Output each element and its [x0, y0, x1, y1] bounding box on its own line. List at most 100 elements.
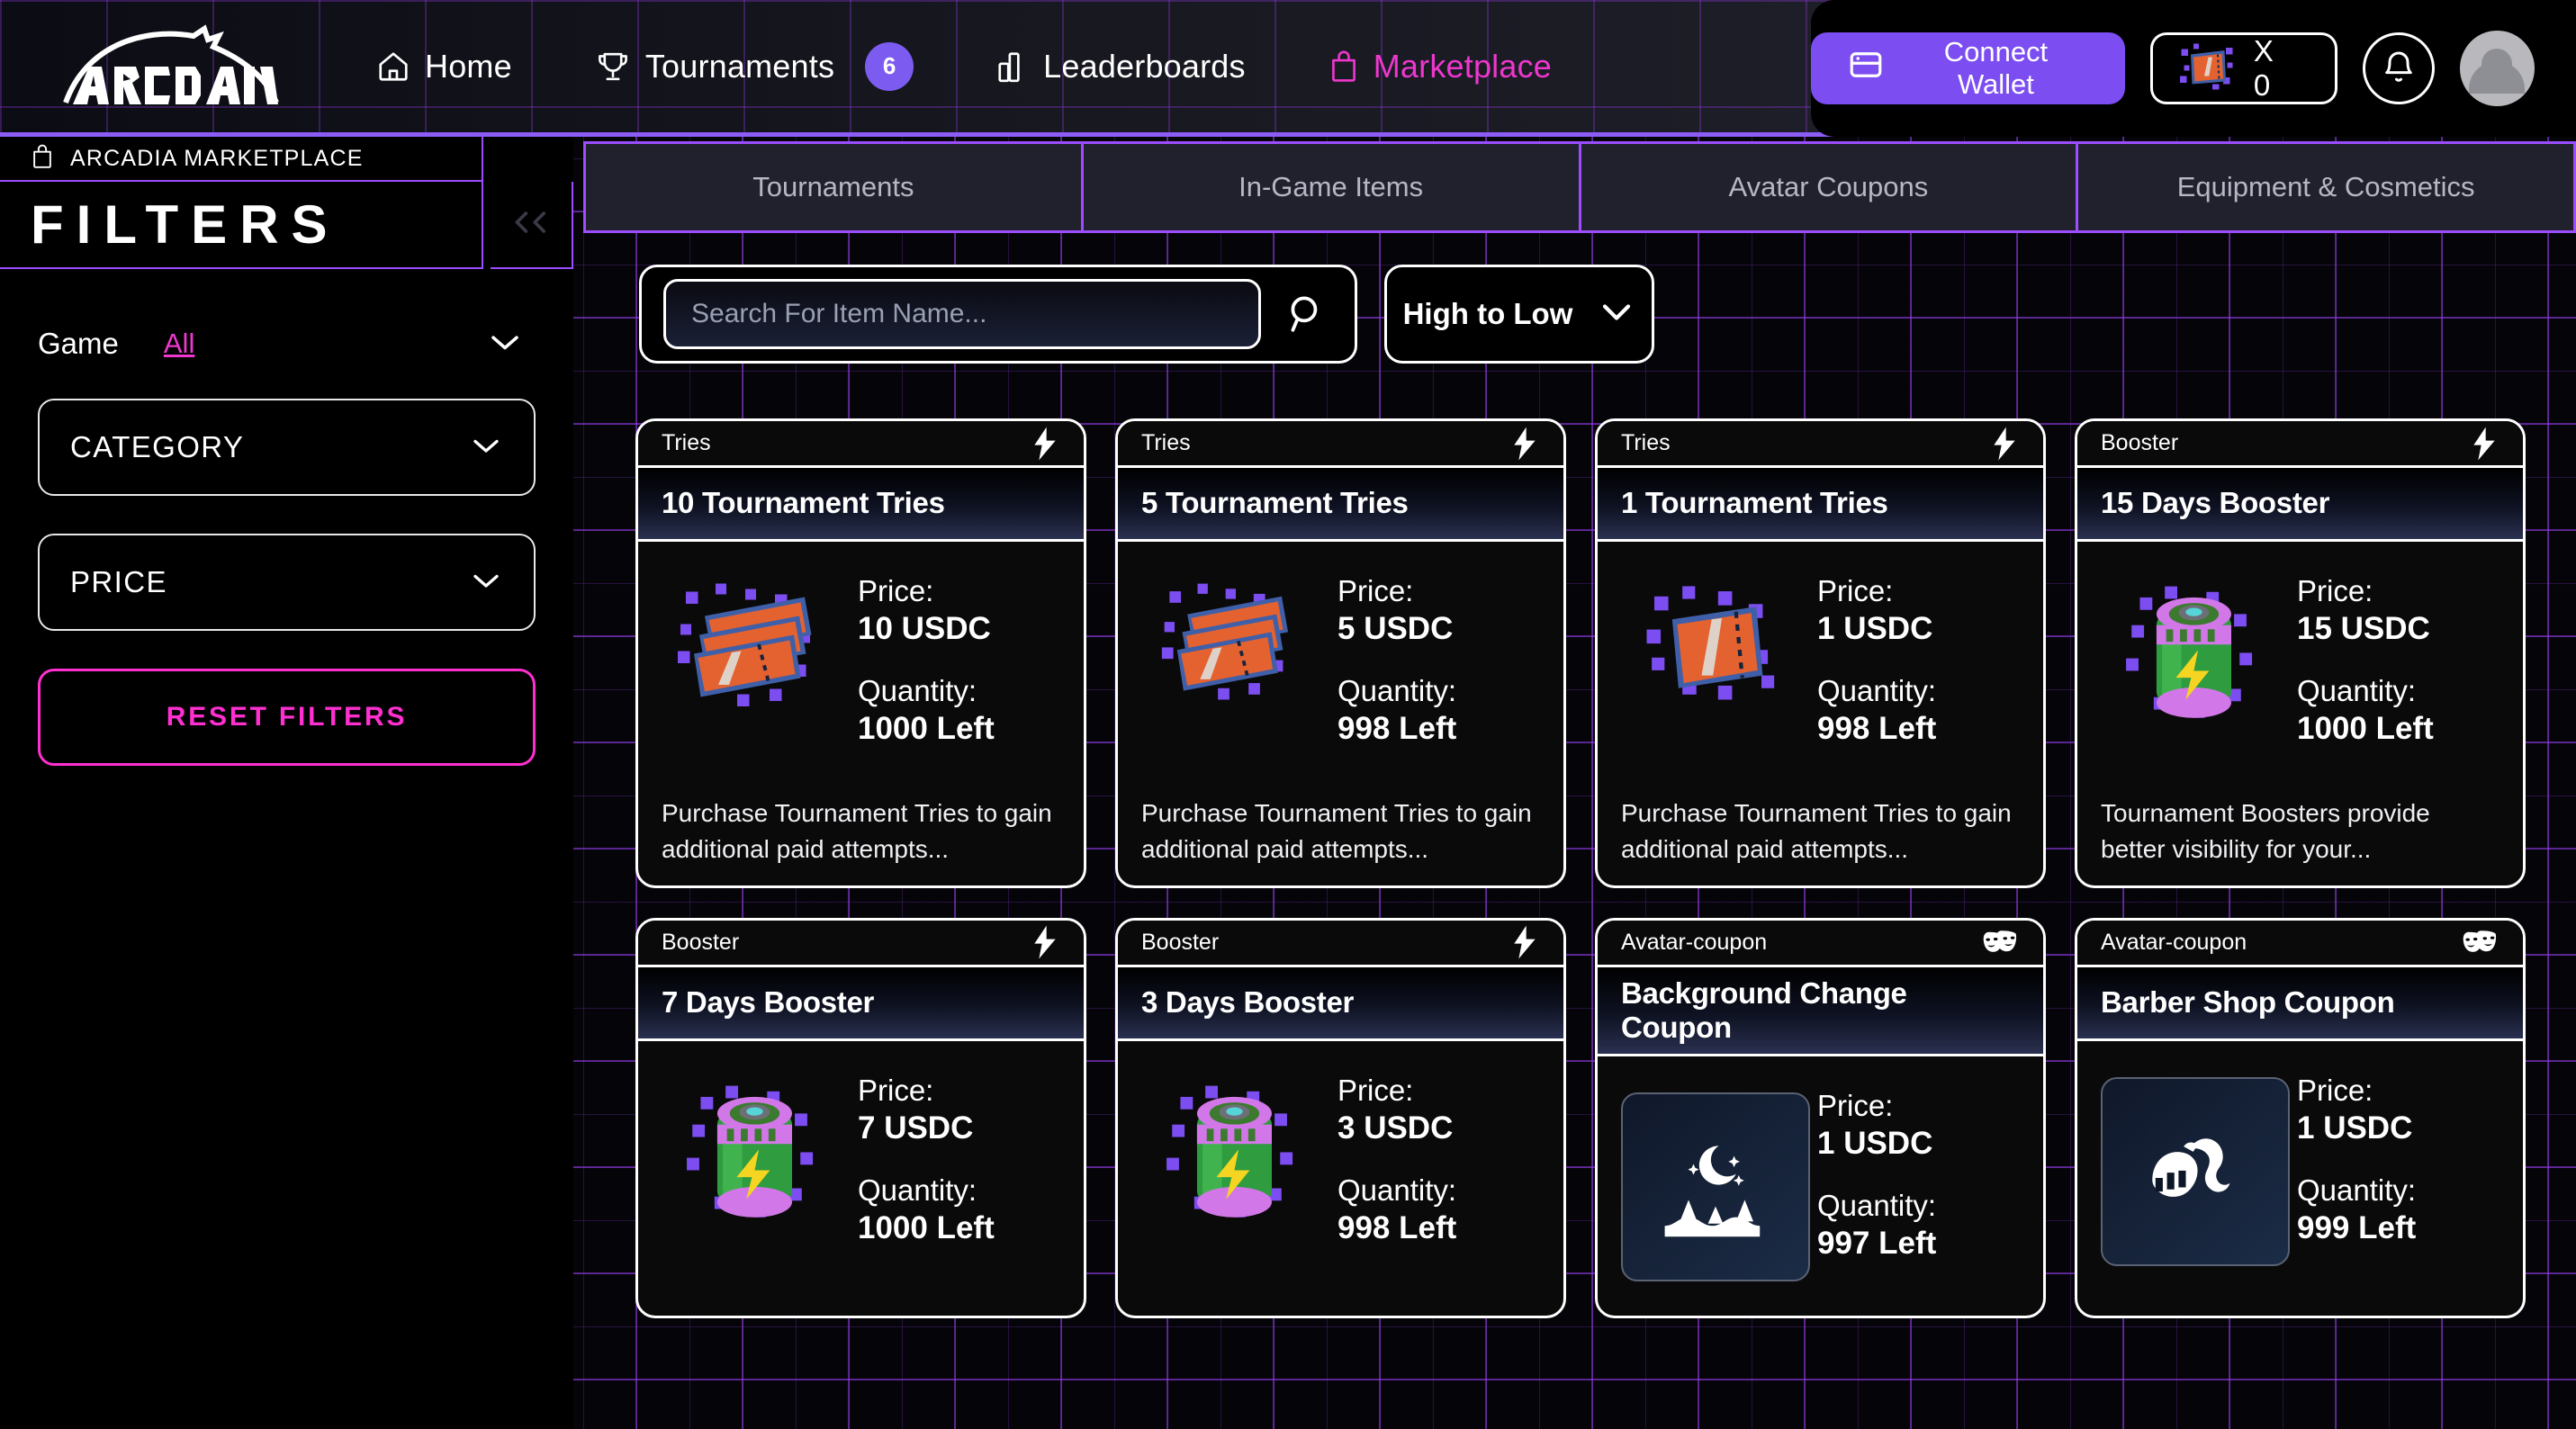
item-description: Tournament Boosters provide better visib…: [2101, 799, 2430, 863]
wallet-card-icon: [1847, 46, 1885, 91]
item-thumbnail: [662, 565, 851, 772]
lightning-bolt-icon: [1509, 426, 1540, 462]
item-category-label: Booster: [2101, 430, 2179, 455]
item-title-bar: 15 Days Booster: [2077, 468, 2523, 542]
ticket-stack-icon: [675, 578, 837, 726]
item-card-body: Price: 5 USDC Quantity: 998 Left Purchas…: [1118, 542, 1563, 885]
item-card[interactable]: Tries 10 Tournament Tries Price: 10 USDC…: [635, 418, 1086, 888]
item-card-header: Booster: [1118, 920, 1563, 967]
search-input[interactable]: [663, 279, 1261, 349]
price-label: Price:: [2297, 574, 2373, 607]
item-meta: Price: 5 USDC Quantity: 998 Left: [1338, 565, 1540, 772]
notifications-button[interactable]: [2363, 32, 2435, 104]
item-card-header: Booster: [638, 920, 1084, 967]
filters-controls: Game All CATEGORY PRICE RESET FILTERS: [0, 269, 573, 766]
search-submit-button[interactable]: [1279, 287, 1333, 341]
item-card-body: Price: 10 USDC Quantity: 1000 Left Purch…: [638, 542, 1084, 885]
nav-item-tournaments-label: Tournaments: [644, 47, 835, 85]
item-card[interactable]: Avatar-coupon Barber Shop Coupon Price: …: [2075, 917, 2526, 1319]
item-title-bar: 10 Tournament Tries: [638, 468, 1084, 542]
trophy-icon: [595, 49, 631, 84]
price-value: 1 USDC: [2297, 1110, 2413, 1146]
reset-filters-button[interactable]: RESET FILTERS: [38, 669, 536, 766]
quantity-label: Quantity:: [1338, 674, 1457, 707]
item-title-bar: 5 Tournament Tries: [1118, 468, 1563, 542]
nav-item-tournaments[interactable]: Tournaments 6: [554, 40, 955, 94]
item-title: 7 Days Booster: [662, 984, 875, 1019]
search-and-sort-row: High to Low: [639, 265, 1654, 364]
quantity-value: 998 Left: [1338, 711, 1457, 747]
sort-value-label: High to Low: [1402, 297, 1573, 330]
tab-in-game-items[interactable]: In-Game Items: [1080, 141, 1581, 233]
price-value: 10 USDC: [858, 611, 991, 647]
quantity-label: Quantity:: [858, 674, 977, 707]
item-thumbnail: [662, 1065, 851, 1272]
quantity-value: 997 Left: [1817, 1226, 1937, 1262]
quantity-label: Quantity:: [1817, 674, 1937, 707]
item-card-body: Price: 1 USDC Quantity: 997 Left: [1598, 1056, 2043, 1316]
item-card[interactable]: Booster 3 Days Booster Price: 3 USDC Qua…: [1115, 917, 1566, 1319]
token-amount-label: X 0: [2253, 34, 2277, 102]
tab-avatar-coupons[interactable]: Avatar Coupons: [1578, 141, 2079, 233]
item-description: Purchase Tournament Tries to gain additi…: [1621, 799, 2012, 863]
collapse-sidebar-button[interactable]: [491, 182, 573, 269]
item-meta: Price: 1 USDC Quantity: 999 Left: [2297, 1065, 2499, 1272]
shopping-bag-icon: [1329, 49, 1359, 84]
marketplace-items-grid: Tries 10 Tournament Tries Price: 10 USDC…: [635, 418, 2527, 1319]
quantity-value: 1000 Left: [858, 711, 995, 747]
filter-category-dropdown[interactable]: CATEGORY: [38, 399, 536, 496]
filter-game-label: Game: [38, 327, 119, 360]
nav-item-leaderboards[interactable]: Leaderboards: [955, 40, 1287, 94]
ticket-stack-icon: [1159, 578, 1312, 719]
tab-tournaments[interactable]: Tournaments: [583, 141, 1084, 233]
lightning-bolt-icon: [2469, 426, 2499, 462]
price-label: Price:: [2297, 1073, 2373, 1107]
filter-game[interactable]: Game All: [38, 316, 536, 372]
filter-price-label: PRICE: [70, 565, 167, 598]
item-card[interactable]: Avatar-coupon Background Change Coupon P…: [1595, 917, 2046, 1319]
item-category-label: Booster: [662, 929, 740, 955]
item-meta: Price: 1 USDC Quantity: 997 Left: [1817, 1080, 2020, 1287]
item-thumbnail: [1141, 565, 1330, 772]
price-label: Price:: [1817, 1089, 1894, 1123]
item-thumbnail: [1621, 1080, 1810, 1287]
search-icon: [1283, 291, 1329, 338]
double-chevron-left-icon: [505, 207, 557, 242]
chevron-down-icon: [469, 570, 503, 596]
price-value: 3 USDC: [1338, 1110, 1454, 1146]
filter-game-value[interactable]: All: [164, 328, 194, 360]
marketplace-breadcrumb-label: ARCADIA MARKETPLACE: [70, 145, 364, 171]
search-bar: [639, 265, 1357, 364]
item-category-label: Avatar-coupon: [2101, 929, 2247, 955]
item-card[interactable]: Tries 5 Tournament Tries Price: 5 USDC Q…: [1115, 418, 1566, 888]
marketplace-category-tabs: Tournaments In-Game Items Avatar Coupons…: [583, 141, 2576, 233]
nav-item-marketplace[interactable]: Marketplace: [1287, 40, 1593, 94]
connect-wallet-button[interactable]: Connect Wallet: [1811, 32, 2125, 104]
filters-title: FILTERS: [31, 194, 340, 255]
sort-dropdown[interactable]: High to Low: [1384, 265, 1654, 364]
tab-equipment-cosmetics[interactable]: Equipment & Cosmetics: [2076, 141, 2576, 233]
item-category-label: Tries: [1141, 430, 1191, 455]
item-title-bar: 3 Days Booster: [1118, 966, 1563, 1041]
item-title: 10 Tournament Tries: [662, 486, 945, 520]
item-card-body: Price: 15 USDC Quantity: 1000 Left Tourn…: [2077, 542, 2523, 885]
arcadia-logo[interactable]: [36, 23, 306, 110]
item-title-bar: Barber Shop Coupon: [2077, 966, 2523, 1041]
token-balance-pill[interactable]: X 0: [2149, 32, 2338, 104]
item-card[interactable]: Tries 1 Tournament Tries Price: 1 USDC Q…: [1595, 418, 2046, 888]
battery-booster-icon: [684, 1077, 828, 1235]
quantity-value: 1000 Left: [2297, 711, 2434, 747]
battery-booster-icon: [1164, 1077, 1308, 1235]
item-title: 15 Days Booster: [2101, 486, 2330, 520]
app-root: Home Tournaments 6 Leaderboards Marketpl…: [0, 0, 2576, 1429]
theater-masks-icon: [1977, 927, 2020, 957]
item-card[interactable]: Booster 7 Days Booster Price: 7 USDC Qua…: [635, 917, 1086, 1319]
item-thumbnail: [2101, 565, 2290, 772]
top-navigation-bar: Home Tournaments 6 Leaderboards Marketpl…: [0, 0, 2576, 137]
nav-item-home[interactable]: Home: [335, 40, 554, 94]
filter-price-dropdown[interactable]: PRICE: [38, 534, 536, 631]
item-card[interactable]: Booster 15 Days Booster Price: 15 USDC Q…: [2075, 418, 2526, 888]
item-card-header: Avatar-coupon: [1598, 920, 2043, 967]
user-avatar[interactable]: [2459, 31, 2535, 106]
item-title: Barber Shop Coupon: [2101, 984, 2395, 1019]
